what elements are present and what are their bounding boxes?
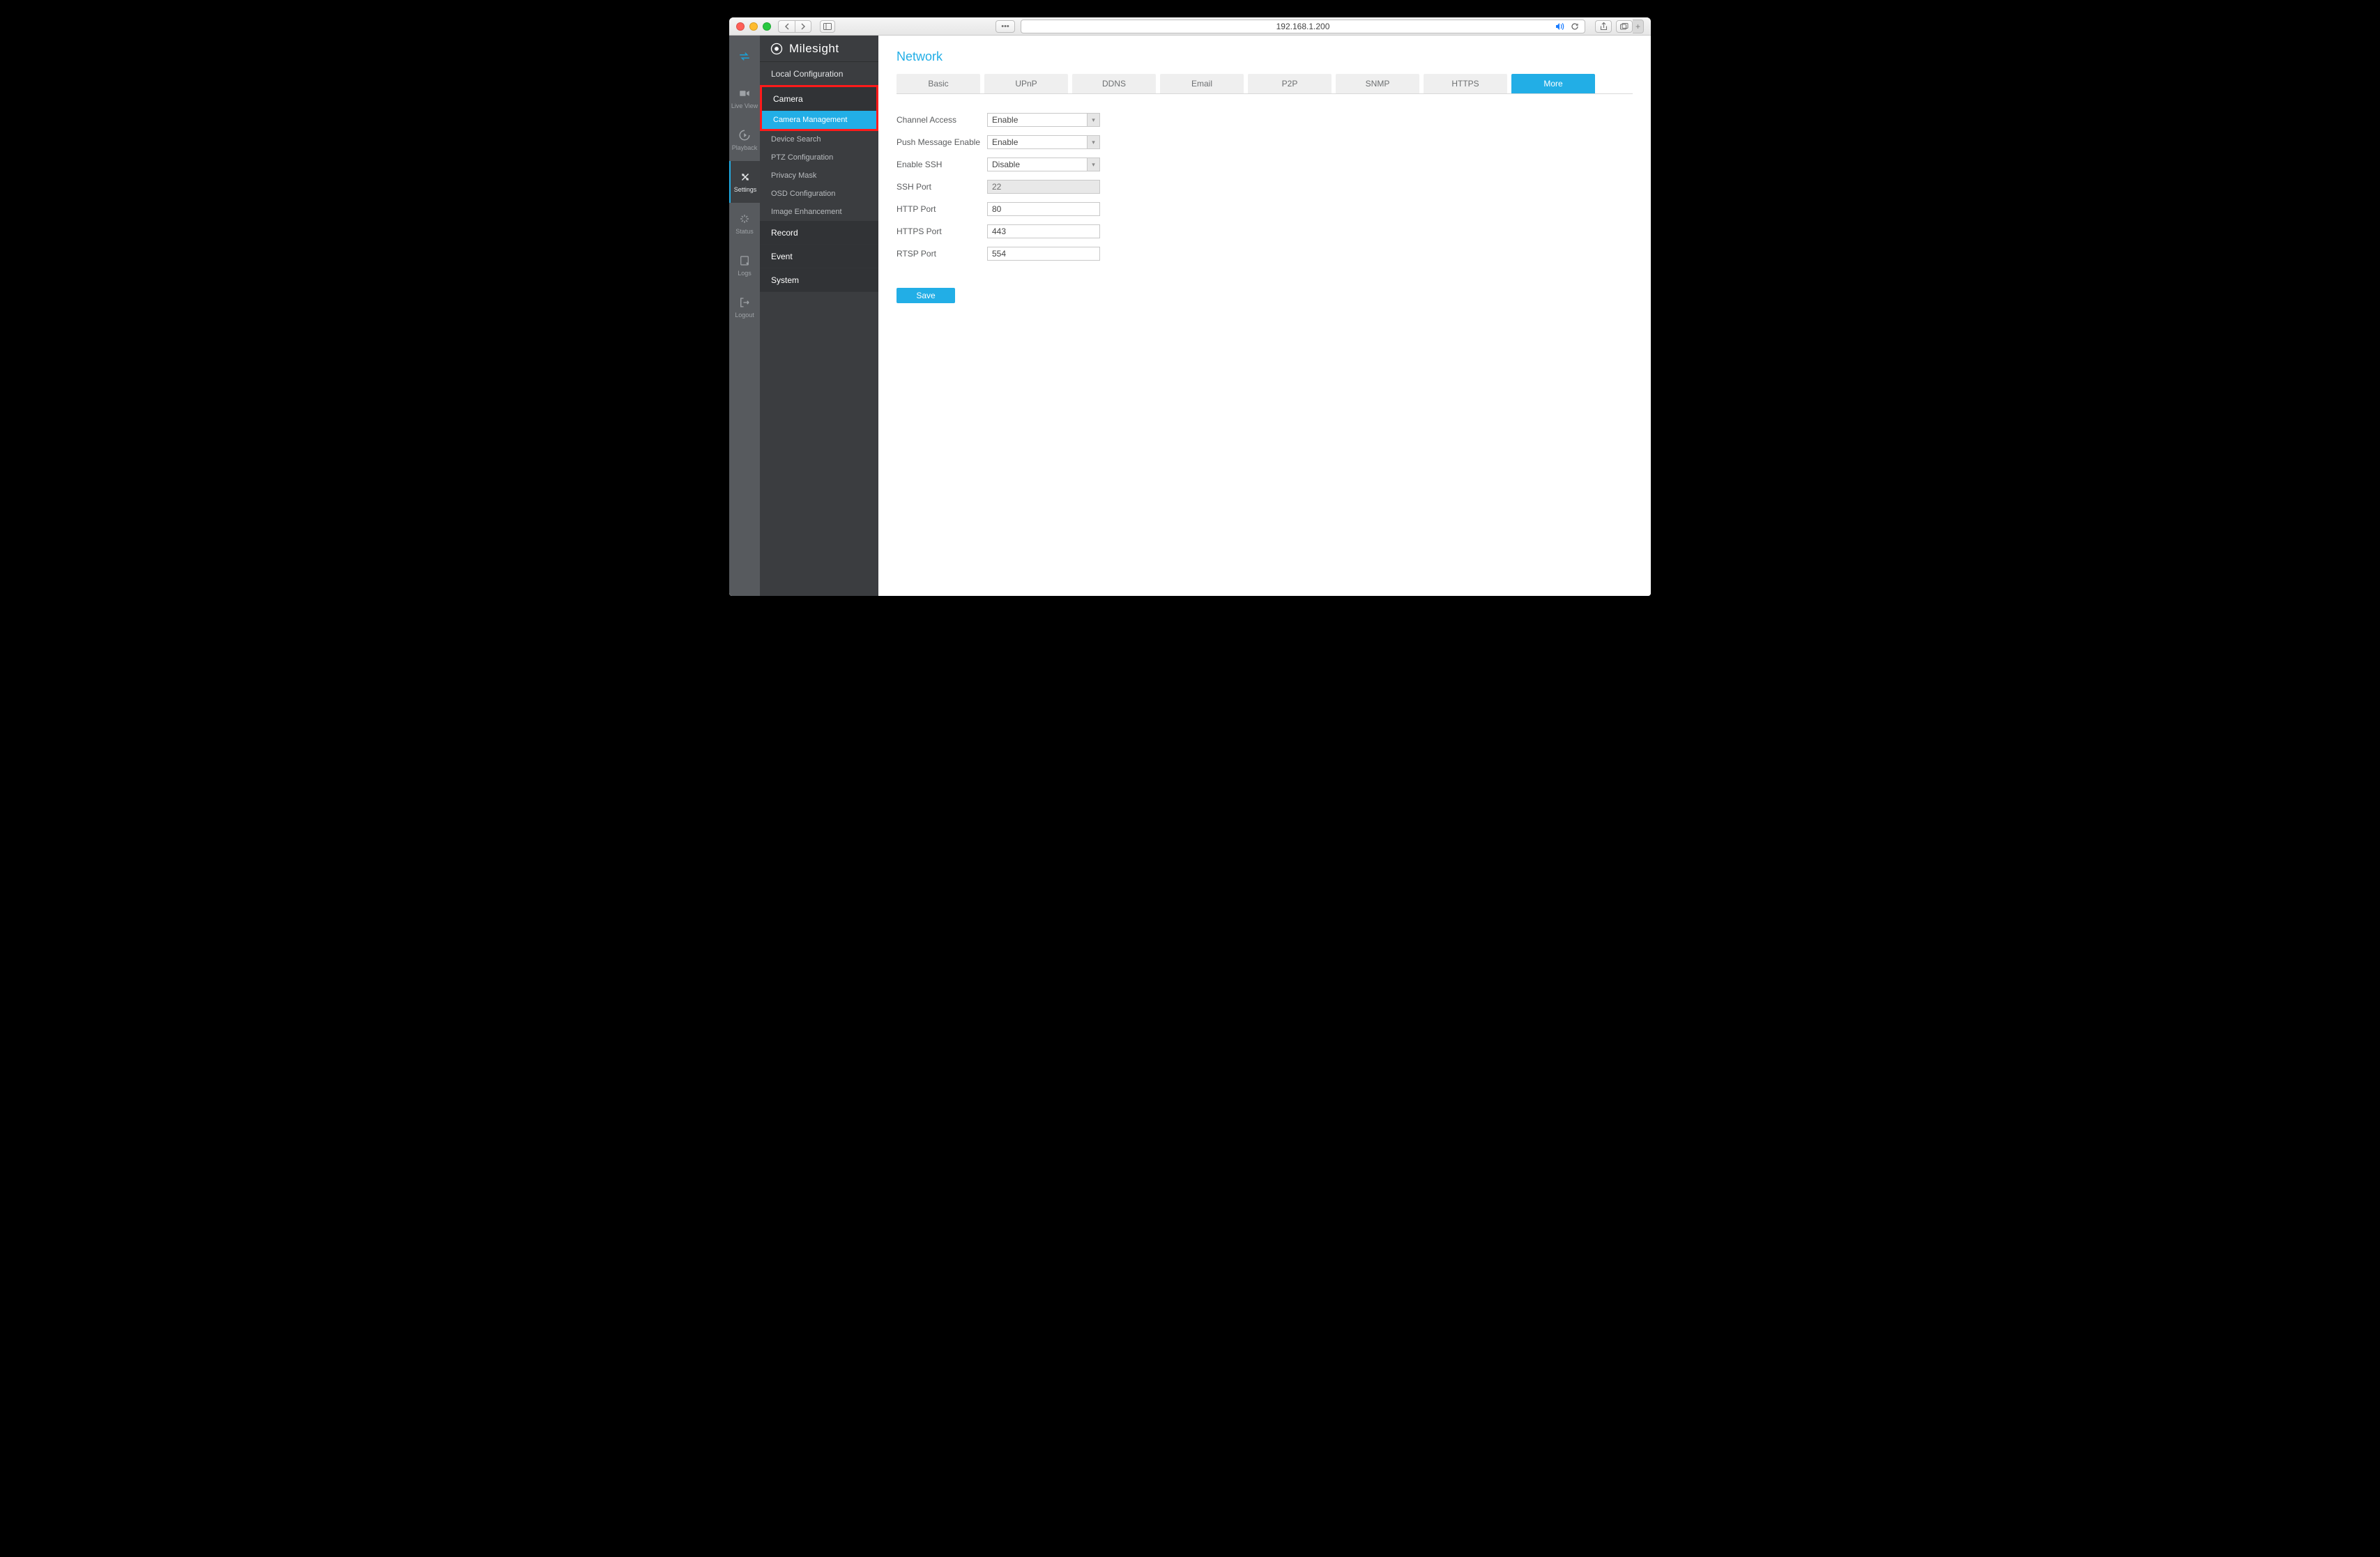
- logout-icon: [738, 296, 751, 309]
- sidebar-item-local-config[interactable]: Local Configuration: [760, 62, 878, 86]
- rail-item-sync[interactable]: [729, 36, 760, 77]
- sidebar-item-camera-management[interactable]: Camera Management: [762, 111, 876, 129]
- maximize-window-button[interactable]: [763, 22, 771, 31]
- chevron-down-icon: ▾: [1087, 136, 1099, 148]
- live-view-icon: [738, 87, 751, 100]
- channel-access-select[interactable]: Enable ▾: [987, 113, 1100, 127]
- tab-basic[interactable]: Basic: [897, 74, 980, 93]
- tab-more[interactable]: More: [1511, 74, 1595, 93]
- sidebar-item-image-enhancement[interactable]: Image Enhancement: [760, 203, 878, 221]
- rtsp-port-label: RTSP Port: [897, 249, 987, 259]
- settings-form: Channel Access Enable ▾ Push Message Ena…: [897, 112, 1329, 303]
- rail-label: Playback: [732, 144, 758, 151]
- http-port-input[interactable]: [987, 202, 1100, 216]
- sidebar-section-camera[interactable]: Camera: [762, 87, 876, 111]
- rail-label: Status: [735, 228, 754, 235]
- nav-back-button[interactable]: [778, 20, 795, 33]
- tabs-overview-button[interactable]: [1616, 20, 1633, 33]
- sidebar-section-event[interactable]: Event: [760, 245, 878, 268]
- titlebar: ••• 192.168.1.200 +: [729, 17, 1651, 36]
- tab-snmp[interactable]: SNMP: [1336, 74, 1419, 93]
- rail-label: Logs: [738, 270, 752, 277]
- push-message-label: Push Message Enable: [897, 137, 987, 147]
- rail-item-liveview[interactable]: Live View: [729, 77, 760, 119]
- select-value: Disable: [992, 160, 1020, 169]
- sidebar-toggle-button[interactable]: [820, 20, 835, 33]
- select-value: Enable: [992, 115, 1018, 125]
- arrows-icon: [738, 50, 751, 63]
- tab-p2p[interactable]: P2P: [1248, 74, 1332, 93]
- rtsp-port-input[interactable]: [987, 247, 1100, 261]
- rail-label: Live View: [731, 102, 758, 109]
- tab-email[interactable]: Email: [1160, 74, 1244, 93]
- settings-icon: [739, 171, 752, 183]
- new-tab-button[interactable]: +: [1633, 20, 1644, 33]
- url-bar[interactable]: 192.168.1.200: [1021, 20, 1585, 33]
- browser-window: ••• 192.168.1.200 +: [729, 17, 1651, 596]
- brand: Milesight: [760, 36, 878, 62]
- save-button[interactable]: Save: [897, 288, 955, 303]
- sidebar-section-system[interactable]: System: [760, 268, 878, 292]
- close-window-button[interactable]: [736, 22, 745, 31]
- chevron-down-icon: ▾: [1087, 114, 1099, 126]
- rail-item-playback[interactable]: Playback: [729, 119, 760, 161]
- page-title: Network: [897, 49, 1633, 64]
- sidebar-item-privacy-mask[interactable]: Privacy Mask: [760, 167, 878, 185]
- rail-label: Logout: [735, 312, 754, 319]
- status-icon: [738, 213, 751, 225]
- https-port-input[interactable]: [987, 224, 1100, 238]
- channel-access-label: Channel Access: [897, 115, 987, 125]
- ssh-port-input: [987, 180, 1100, 194]
- highlight-annotation: Camera Camera Management: [760, 85, 878, 131]
- http-port-label: HTTP Port: [897, 204, 987, 214]
- sidebar-item-osd-config[interactable]: OSD Configuration: [760, 185, 878, 203]
- minimize-window-button[interactable]: [749, 22, 758, 31]
- rail-item-settings[interactable]: Settings: [729, 161, 760, 203]
- rail-item-logs[interactable]: Logs: [729, 245, 760, 286]
- main-content: Network Basic UPnP DDNS Email P2P SNMP H…: [878, 36, 1651, 596]
- enable-ssh-select[interactable]: Disable ▾: [987, 158, 1100, 171]
- rail-item-status[interactable]: Status: [729, 203, 760, 245]
- rail-label: Settings: [734, 186, 757, 193]
- tab-upnp[interactable]: UPnP: [984, 74, 1068, 93]
- rail-item-logout[interactable]: Logout: [729, 286, 760, 328]
- tab-bar: Basic UPnP DDNS Email P2P SNMP HTTPS Mor…: [897, 74, 1633, 94]
- ssh-port-label: SSH Port: [897, 182, 987, 192]
- tab-https[interactable]: HTTPS: [1424, 74, 1507, 93]
- brand-text: Milesight: [789, 42, 839, 56]
- push-message-select[interactable]: Enable ▾: [987, 135, 1100, 149]
- tab-ddns[interactable]: DDNS: [1072, 74, 1156, 93]
- sidebar: Milesight Local Configuration Camera Cam…: [760, 36, 878, 596]
- sidebar-item-device-search[interactable]: Device Search: [760, 130, 878, 148]
- sound-icon[interactable]: [1555, 22, 1565, 31]
- brand-icon: [770, 42, 784, 56]
- refresh-icon[interactable]: [1571, 22, 1579, 31]
- select-value: Enable: [992, 137, 1018, 147]
- sidebar-section-record[interactable]: Record: [760, 221, 878, 245]
- logs-icon: [738, 254, 751, 267]
- https-port-label: HTTPS Port: [897, 227, 987, 236]
- playback-icon: [738, 129, 751, 141]
- traffic-lights: [736, 22, 771, 31]
- chevron-down-icon: ▾: [1087, 158, 1099, 171]
- url-text: 192.168.1.200: [1276, 22, 1330, 31]
- nav-rail: Live View Playback Settings Status Logs: [729, 36, 760, 596]
- nav-forward-button[interactable]: [795, 20, 811, 33]
- reader-button[interactable]: •••: [996, 20, 1015, 33]
- share-button[interactable]: [1595, 20, 1612, 33]
- enable-ssh-label: Enable SSH: [897, 160, 987, 169]
- sidebar-item-ptz-config[interactable]: PTZ Configuration: [760, 148, 878, 167]
